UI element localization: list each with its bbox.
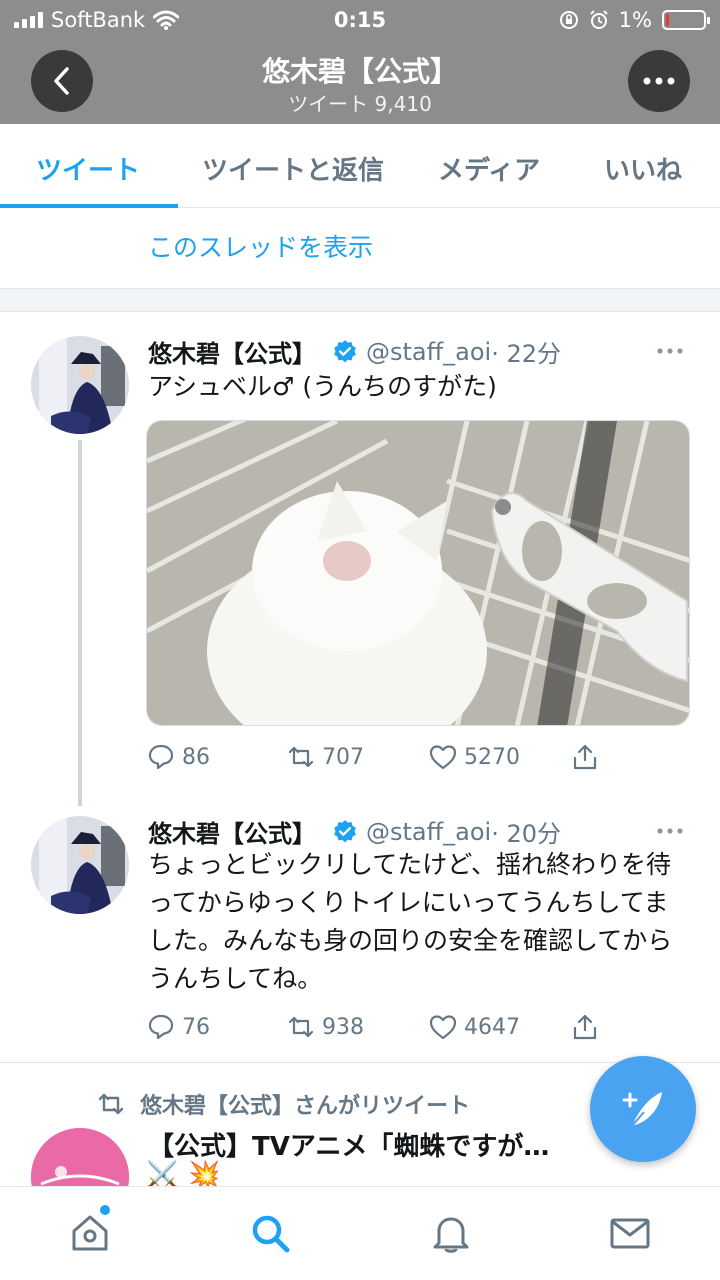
top-bar: SoftBank 0:15 1% 悠木碧【公式】 ツイート 9,410 <box>0 0 720 124</box>
tab-media[interactable]: メディア <box>438 150 540 187</box>
section-separator <box>0 288 720 312</box>
home-icon <box>72 1215 108 1251</box>
like-count: 5270 <box>464 744 520 770</box>
tweet-text: アシュベル♂ (うんちのすがた) <box>148 372 497 401</box>
profile-tabs: ツイート ツイートと返信 メディア いいね <box>0 124 720 208</box>
tweet-count: ツイート 9,410 <box>288 92 432 116</box>
orientation-lock-icon <box>559 11 578 29</box>
tweet-time: · 22分 <box>491 340 562 368</box>
retweet-button[interactable]: 707 <box>286 742 428 772</box>
nav-home[interactable] <box>68 1211 112 1255</box>
tweet-handle: @staff_aoi <box>366 337 492 366</box>
tab-likes[interactable]: いいね <box>604 150 682 187</box>
avatar[interactable] <box>31 816 129 914</box>
share-icon <box>573 1014 597 1040</box>
retweet-icon <box>98 1093 124 1115</box>
tab-indicator <box>0 204 178 208</box>
verified-badge-icon <box>334 819 356 842</box>
tweet-menu-button[interactable] <box>656 816 684 841</box>
battery-percent: 1% <box>618 8 652 32</box>
nav-messages[interactable] <box>608 1211 652 1255</box>
mail-icon <box>610 1218 650 1249</box>
tweet-divider <box>0 1062 720 1063</box>
like-button[interactable]: 4647 <box>428 1012 570 1042</box>
status-bar: SoftBank 0:15 1% <box>0 0 720 40</box>
tweet-time: · 20分 <box>491 820 562 848</box>
reply-count: 76 <box>182 1014 210 1040</box>
verified-badge-icon <box>334 339 356 362</box>
more-horizontal-icon <box>643 77 675 85</box>
tab-tweets-and-replies[interactable]: ツイートと返信 <box>202 150 384 187</box>
retweet-button[interactable]: 938 <box>286 1012 428 1042</box>
tweet-actions: 76 938 4647 <box>146 1012 606 1042</box>
share-icon <box>573 744 597 770</box>
heart-icon <box>429 1015 457 1040</box>
more-horizontal-icon <box>657 828 683 834</box>
tab-tweets[interactable]: ツイート <box>36 150 140 187</box>
tweet-header: 悠木碧【公式】 @staff_aoi · 20分 <box>148 814 561 849</box>
reply-button[interactable]: 76 <box>146 1012 286 1042</box>
battery-icon <box>662 10 710 30</box>
tweet-handle: @staff_aoi <box>366 817 492 846</box>
search-icon <box>252 1215 290 1253</box>
compose-tweet-button[interactable] <box>590 1056 696 1162</box>
profile-title: 悠木碧【公式】 <box>261 55 458 88</box>
tweet-author-name[interactable]: 悠木碧【公式】 <box>148 814 316 849</box>
reply-count: 86 <box>182 744 210 770</box>
reply-button[interactable]: 86 <box>146 742 286 772</box>
notification-dot <box>100 1205 110 1215</box>
tweet-author-name[interactable]: 悠木碧【公式】 <box>148 334 316 369</box>
share-button[interactable] <box>570 1012 600 1042</box>
reply-icon <box>148 744 174 770</box>
tweet-menu-button[interactable] <box>656 336 684 361</box>
like-count: 4647 <box>464 1014 520 1040</box>
retweet-count: 707 <box>322 744 364 770</box>
status-right: 1% <box>559 8 710 32</box>
avatar[interactable] <box>31 336 129 434</box>
tweet-actions: 86 707 5270 <box>146 742 606 772</box>
tweet-text: ちょっとビックリしてたけど、揺れ終わりを待ってからゆっくりトイレにいってうんちし… <box>148 850 673 993</box>
nav-search[interactable] <box>248 1211 292 1255</box>
heart-icon <box>429 745 457 770</box>
compose-feather-icon <box>622 1092 662 1127</box>
retweeted-tweet-text: 【公式】TVアニメ「蜘蛛ですが… <box>148 1132 550 1162</box>
retweet-icon <box>288 1016 314 1038</box>
retweet-count: 938 <box>322 1014 364 1040</box>
show-thread-link[interactable]: このスレッドを表示 <box>148 228 373 264</box>
bottom-nav <box>0 1186 720 1280</box>
bell-icon <box>433 1217 469 1253</box>
tweet-header: 悠木碧【公式】 @staff_aoi · 22分 <box>148 334 561 369</box>
thread-connector <box>78 440 82 806</box>
share-button[interactable] <box>570 742 600 772</box>
retweet-icon <box>288 746 314 768</box>
like-button[interactable]: 5270 <box>428 742 570 772</box>
alarm-icon <box>589 10 608 29</box>
reply-icon <box>148 1014 174 1040</box>
retweet-notice: 悠木碧【公式】さんがリツイート <box>96 1088 470 1120</box>
retweet-notice-text: 悠木碧【公式】さんがリツイート <box>140 1094 471 1119</box>
more-horizontal-icon <box>657 348 683 354</box>
more-button[interactable] <box>628 50 690 112</box>
nav-notifications[interactable] <box>429 1211 473 1255</box>
tweet-photo[interactable] <box>146 420 690 726</box>
